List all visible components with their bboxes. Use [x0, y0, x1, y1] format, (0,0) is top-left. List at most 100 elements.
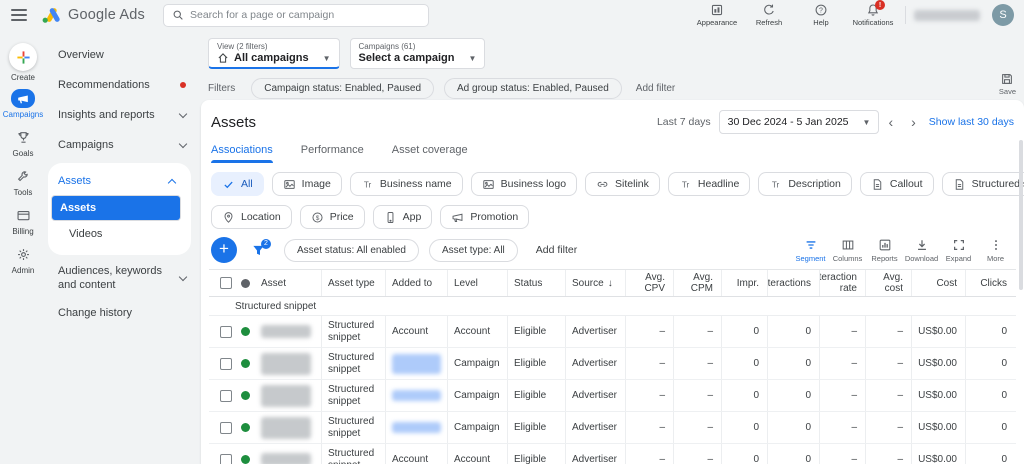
previous-period-button[interactable]: ‹: [879, 114, 902, 130]
topbar-action-appearance[interactable]: Appearance: [691, 3, 743, 27]
assets-section-card: AssetsAssetsVideos: [48, 163, 191, 255]
column-header-interaction-rate[interactable]: Interaction rate: [819, 270, 865, 296]
asset-type-chip-headline[interactable]: TrHeadline: [668, 172, 750, 196]
save-button[interactable]: Save: [999, 72, 1016, 96]
asset-type-chip-structured-snippet[interactable]: Structured snippet: [942, 172, 1024, 196]
campaign-link-redacted[interactable]: [392, 354, 441, 374]
asset-type-chip-price[interactable]: $Price: [300, 205, 365, 229]
next-period-button[interactable]: ›: [902, 114, 925, 130]
search-input[interactable]: [190, 9, 420, 21]
add-asset-button[interactable]: +: [211, 237, 237, 263]
sidebar-item-audiences-keywords-and-content[interactable]: Audiences, keywords and content: [46, 258, 201, 298]
table-action-columns[interactable]: Columns: [829, 238, 866, 263]
asset-type-chip-description[interactable]: TrDescription: [758, 172, 852, 196]
chip-label: Location: [241, 211, 281, 223]
column-header-status[interactable]: Status: [507, 270, 565, 296]
row-checkbox[interactable]: [220, 358, 232, 370]
table-action-expand[interactable]: Expand: [940, 238, 977, 263]
asset-type-chip-sitelink[interactable]: Sitelink: [585, 172, 660, 196]
rail-item-admin[interactable]: Admin: [11, 245, 35, 275]
table-add-filter-link[interactable]: Add filter: [536, 244, 577, 256]
trophy-icon: [11, 128, 35, 147]
sidebar-item-assets-section[interactable]: Assets: [48, 167, 191, 195]
chip-label: Sitelink: [615, 178, 649, 190]
date-range-picker[interactable]: 30 Dec 2024 - 5 Jan 2025 ▼: [719, 110, 880, 134]
global-search[interactable]: [163, 4, 429, 27]
asset-type-chip-callout[interactable]: Callout: [860, 172, 934, 196]
asset-type-chip-location[interactable]: Location: [211, 205, 292, 229]
campaign-link-redacted[interactable]: [392, 390, 441, 401]
table-action-download[interactable]: Download: [903, 238, 940, 263]
sidebar-item-insights-and-reports[interactable]: Insights and reports: [46, 100, 201, 130]
asset-type-chip-business-name[interactable]: TrBusiness name: [350, 172, 463, 196]
asset-type-chip-promotion[interactable]: Promotion: [440, 205, 529, 229]
column-header-cost[interactable]: Cost: [911, 270, 965, 296]
filter-funnel-button[interactable]: 2: [251, 243, 266, 258]
sidebar-item-assets[interactable]: Assets: [51, 195, 181, 221]
tools-icon: [11, 167, 35, 186]
column-header-impr[interactable]: Impr.: [721, 270, 767, 296]
table-action-reports[interactable]: Reports: [866, 238, 903, 263]
sidebar-item-campaigns[interactable]: Campaigns: [46, 130, 201, 160]
sidebar-item-recommendations[interactable]: Recommendations: [46, 70, 201, 100]
topbar-action-help[interactable]: ?Help: [795, 3, 847, 27]
column-header-added-to[interactable]: Added to: [385, 270, 447, 296]
table-filter-chip-asset-status[interactable]: Asset status: All enabled: [284, 239, 419, 262]
rail-item-tools[interactable]: Tools: [11, 167, 35, 197]
add-filter-link[interactable]: Add filter: [636, 83, 675, 94]
show-last-30-days-link[interactable]: Show last 30 days: [929, 116, 1014, 128]
column-header-interactions[interactable]: Interactions: [767, 270, 819, 296]
column-header-avg-cpm[interactable]: Avg. CPM: [673, 270, 721, 296]
column-header-clicks[interactable]: Clicks: [965, 270, 1015, 296]
column-header-asset-type[interactable]: Asset type: [321, 270, 385, 296]
rail-item-campaigns[interactable]: Campaigns: [3, 89, 43, 119]
filter-bar: Filters Campaign status: Enabled, Paused…: [208, 78, 1024, 99]
sidebar-item-overview[interactable]: Overview: [46, 40, 201, 70]
rail-item-create[interactable]: Create: [9, 43, 37, 82]
column-header-avg-cost[interactable]: Avg. cost: [865, 270, 911, 296]
asset-type-cell: Structured snippet: [321, 412, 385, 443]
tab-performance[interactable]: Performance: [301, 144, 364, 163]
main-area: View (2 filters) All campaigns ▼ Campaig…: [201, 30, 1024, 464]
row-checkbox[interactable]: [220, 326, 232, 338]
column-header-label: Impr.: [737, 278, 759, 289]
rail-item-label: Admin: [12, 266, 35, 275]
row-checkbox[interactable]: [220, 422, 232, 434]
asset-type-cell: Structured snippet: [321, 316, 385, 347]
tab-asset-coverage[interactable]: Asset coverage: [392, 144, 468, 163]
sidebar: Create Campaigns Goals Tools Billing Admin Ov…: [0, 30, 201, 464]
avatar[interactable]: S: [992, 4, 1014, 26]
asset-type-chip-image[interactable]: Image: [272, 172, 342, 196]
asset-type-chip-all[interactable]: All: [211, 172, 264, 196]
rail-item-billing[interactable]: Billing: [11, 206, 35, 236]
sidebar-item-videos[interactable]: Videos: [51, 221, 188, 247]
column-header-avg-cpv[interactable]: Avg. CPV: [625, 270, 673, 296]
table-filter-chip-asset-type[interactable]: Asset type: All: [429, 239, 518, 262]
added-to-cell: [385, 348, 447, 379]
campaign-link-redacted[interactable]: [392, 422, 441, 433]
campaign-selector[interactable]: Campaigns (61) Select a campaign ▼: [350, 38, 486, 69]
row-checkbox[interactable]: [220, 390, 232, 402]
select-all-checkbox[interactable]: [220, 277, 232, 289]
chevron-down-icon: [179, 109, 187, 117]
topbar-action-refresh[interactable]: Refresh: [743, 3, 795, 27]
filter-chip-campaign-status[interactable]: Campaign status: Enabled, Paused: [251, 78, 434, 99]
row-status-cell: [235, 348, 255, 379]
metric-cell-3: 0: [767, 316, 819, 347]
column-header-source[interactable]: Source↓: [565, 270, 625, 296]
sidebar-item-change-history[interactable]: Change history: [46, 298, 201, 328]
scrollbar[interactable]: [1019, 140, 1023, 290]
filter-chip-ad-group-status[interactable]: Ad group status: Enabled, Paused: [444, 78, 622, 99]
table-action-more[interactable]: More: [977, 238, 1014, 263]
main-menu-icon[interactable]: [11, 9, 27, 21]
table-action-segment[interactable]: Segment: [792, 238, 829, 263]
asset-type-chip-business-logo[interactable]: Business logo: [471, 172, 577, 196]
view-selector[interactable]: View (2 filters) All campaigns ▼: [208, 38, 340, 69]
row-checkbox[interactable]: [220, 454, 232, 464]
topbar-action-notifications[interactable]: Notifications!: [847, 3, 899, 27]
column-header-level[interactable]: Level: [447, 270, 507, 296]
column-header-asset[interactable]: Asset: [255, 270, 321, 296]
rail-item-goals[interactable]: Goals: [11, 128, 35, 158]
asset-type-chip-app[interactable]: App: [373, 205, 433, 229]
tab-associations[interactable]: Associations: [211, 144, 273, 163]
